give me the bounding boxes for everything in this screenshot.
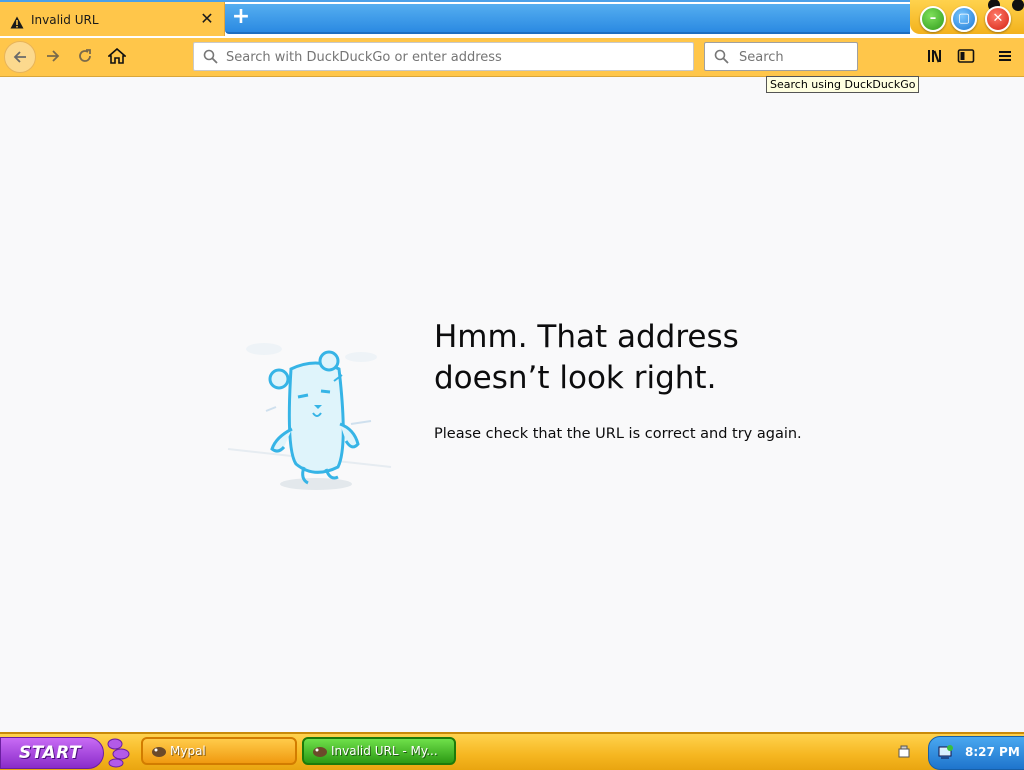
tab-strip: Invalid URL ✕ + – ▢ ✕: [0, 0, 1024, 38]
library-icon: [928, 50, 941, 63]
start-decoration-icon: [107, 738, 130, 768]
main-menu-button[interactable]: [990, 41, 1020, 71]
taskbar-item-mypal[interactable]: Mypal: [141, 737, 297, 765]
forward-button[interactable]: [38, 41, 68, 71]
start-button[interactable]: START: [0, 737, 104, 769]
sidebar-button[interactable]: [951, 41, 981, 71]
maximize-icon[interactable]: ▢: [951, 6, 977, 32]
search-input[interactable]: [737, 43, 856, 72]
tray-app-icon[interactable]: [897, 744, 911, 758]
mypal-app-icon: [313, 747, 327, 757]
minimize-icon[interactable]: –: [920, 6, 946, 32]
sidebar-icon: [957, 49, 975, 63]
hamburger-menu-icon: [999, 51, 1011, 61]
back-arrow-icon: [13, 51, 26, 63]
home-button[interactable]: [102, 41, 132, 71]
warning-icon: [10, 14, 24, 33]
close-icon[interactable]: ✕: [985, 6, 1011, 32]
url-input[interactable]: [224, 43, 688, 72]
hamster-illustration: [227, 343, 392, 490]
navigation-toolbar: [0, 38, 1024, 77]
network-icon[interactable]: [937, 743, 955, 761]
reload-icon: [79, 49, 91, 62]
tab-bar-background: [225, 4, 910, 34]
system-tray: 8:27 PM: [928, 736, 1024, 770]
taskbar-item-label: Mypal: [170, 744, 206, 758]
tab-close-icon[interactable]: ✕: [198, 9, 216, 29]
error-description: Please check that the URL is correct and…: [434, 426, 802, 442]
mypal-app-icon: [152, 747, 166, 757]
reload-button[interactable]: [70, 41, 100, 71]
tab-invalid-url[interactable]: Invalid URL ✕: [0, 2, 225, 36]
search-icon: [714, 49, 729, 64]
forward-arrow-icon: [47, 50, 60, 62]
error-page: Hmm. That address doesn’t look right. Pl…: [0, 77, 1024, 732]
clock: 8:27 PM: [965, 745, 1020, 759]
library-button[interactable]: [920, 41, 950, 71]
url-bar[interactable]: [193, 42, 694, 72]
taskbar-item-invalid-url[interactable]: Invalid URL - My...: [302, 737, 456, 765]
home-icon: [108, 48, 126, 64]
taskbar: START Mypal Invalid URL - My... 8:27 PM: [0, 732, 1024, 770]
tab-title: Invalid URL: [31, 13, 99, 27]
search-bar[interactable]: [704, 42, 858, 72]
search-icon: [203, 49, 218, 64]
back-button[interactable]: [4, 41, 36, 73]
new-tab-button[interactable]: +: [230, 6, 252, 28]
window-controls: – ▢ ✕: [910, 0, 1024, 34]
error-title: Hmm. That address doesn’t look right.: [434, 319, 739, 396]
taskbar-item-label: Invalid URL - My...: [331, 744, 438, 758]
